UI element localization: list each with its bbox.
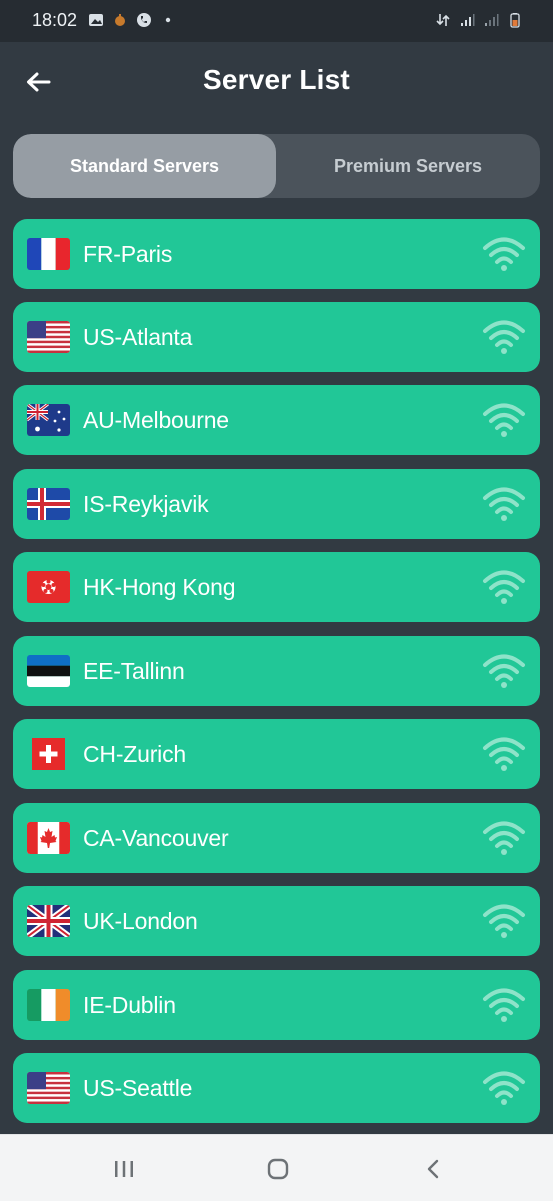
notification-icon [115,14,125,26]
tab-premium-servers[interactable]: Premium Servers [276,134,540,198]
australia-flag-icon [27,404,70,436]
status-right-icons [435,12,523,28]
usa-flag-icon [27,1072,70,1104]
system-back-button[interactable] [413,1153,453,1185]
back-icon [427,1159,439,1179]
wifi-signal-icon [483,737,525,771]
server-item-ee-tallinn[interactable]: EE-Tallinn [13,636,540,706]
header: Server List [0,42,553,120]
wifi-signal-icon [483,403,525,437]
tab-standard-servers[interactable]: Standard Servers [13,134,276,198]
server-name: UK-London [83,908,198,934]
switzerland-flag-icon [27,738,70,770]
recent-apps-button[interactable] [104,1153,144,1185]
server-item-fr-paris[interactable]: FR-Paris [13,219,540,289]
status-bar: 18:02 [0,0,553,42]
server-name: AU-Melbourne [83,407,229,433]
server-item-is-reykjavik[interactable]: IS-Reykjavik [13,469,540,539]
wifi-signal-icon [483,487,525,521]
wifi-signal-icon [483,237,525,271]
data-icon [436,14,450,26]
estonia-flag-icon [27,655,70,687]
signal-icon [461,14,475,26]
uk-flag-icon [27,905,70,937]
server-name: CA-Vancouver [83,825,229,851]
wifi-signal-icon [483,904,525,938]
france-flag-icon [27,238,70,270]
server-item-uk-london[interactable]: UK-London [13,886,540,956]
wifi-signal-icon [483,570,525,604]
server-name: IE-Dublin [83,992,176,1018]
server-item-us-atlanta[interactable]: US-Atlanta [13,302,540,372]
image-icon [89,14,103,26]
signal-weak-icon [485,14,499,26]
server-name: FR-Paris [83,241,173,267]
server-name: IS-Reykjavik [83,491,209,517]
canada-flag-icon [27,822,70,854]
whatsapp-icon [137,13,151,27]
wifi-signal-icon [483,654,525,688]
server-item-us-seattle[interactable]: US-Seattle [13,1053,540,1123]
server-item-ie-dublin[interactable]: IE-Dublin [13,970,540,1040]
battery-icon [510,13,520,28]
home-icon [267,1158,289,1180]
hong-kong-flag-icon [27,571,70,603]
wifi-signal-icon [483,320,525,354]
usa-flag-icon [27,321,70,353]
server-name: US-Atlanta [83,324,193,350]
server-name: HK-Hong Kong [83,574,236,600]
wifi-signal-icon [483,988,525,1022]
server-item-ch-zurich[interactable]: CH-Zurich [13,719,540,789]
wifi-signal-icon [483,821,525,855]
ireland-flag-icon [27,989,70,1021]
server-name: US-Seattle [83,1075,193,1101]
system-nav-bar [0,1134,553,1201]
status-time: 18:02 [32,10,78,30]
dot-icon [165,17,171,23]
server-name: CH-Zurich [83,741,186,767]
home-button[interactable] [258,1153,298,1185]
recent-apps-icon [115,1161,133,1177]
server-item-ca-vancouver[interactable]: CA-Vancouver [13,803,540,873]
wifi-signal-icon [483,1071,525,1105]
page-title: Server List [203,64,350,95]
server-name: EE-Tallinn [83,658,185,684]
iceland-flag-icon [27,488,70,520]
server-item-au-melbourne[interactable]: AU-Melbourne [13,385,540,455]
server-item-hk-hong-kong[interactable]: HK-Hong Kong [13,552,540,622]
server-tabs: Standard Servers Premium Servers [13,134,540,198]
status-left-icons [88,12,176,28]
